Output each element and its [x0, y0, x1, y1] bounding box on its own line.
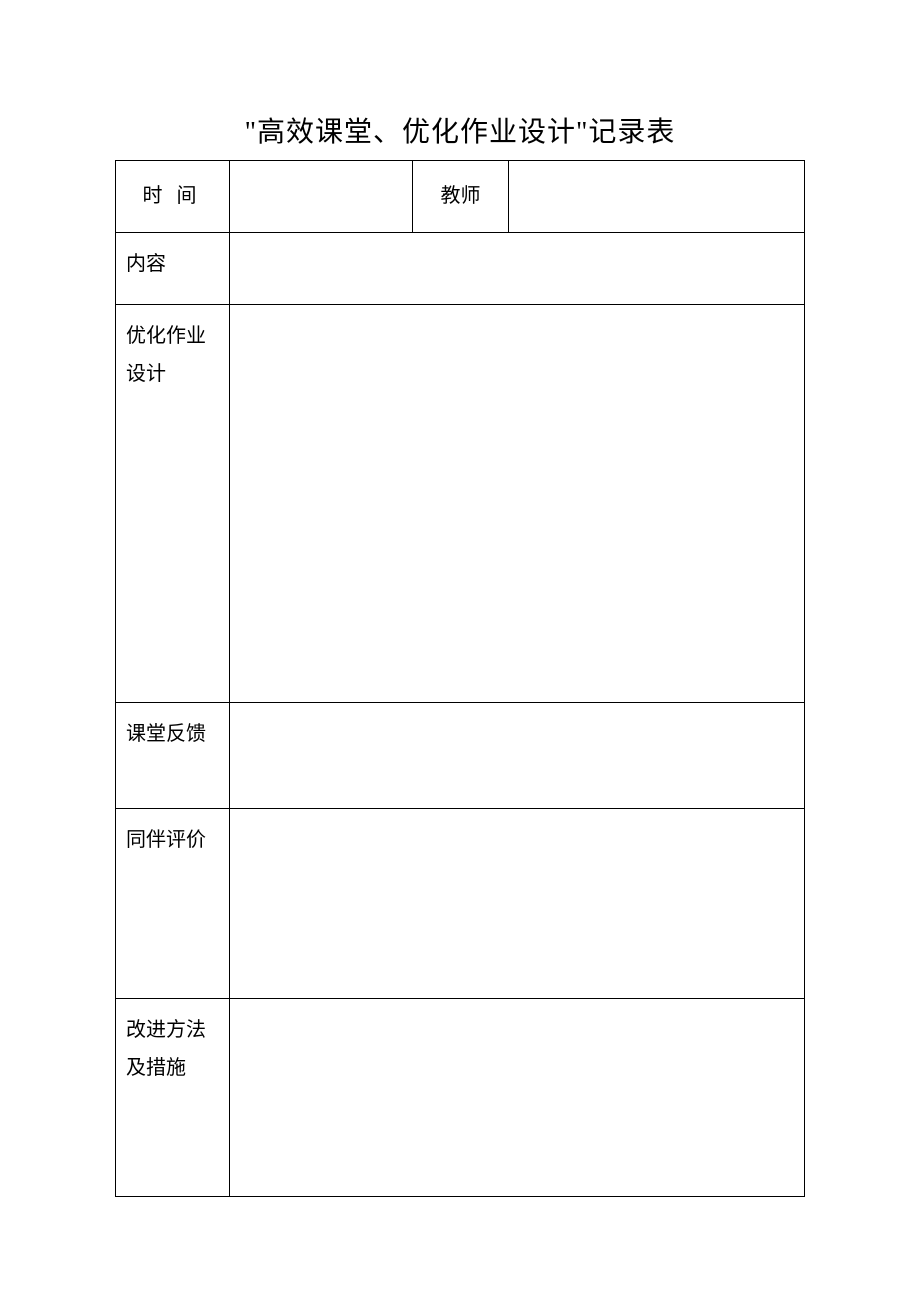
- peer-evaluation-label: 同伴评价: [116, 809, 230, 999]
- content-label: 内容: [116, 233, 230, 305]
- table-row-content: 内容: [116, 233, 805, 305]
- table-row-improvement: 改进方法及措施: [116, 999, 805, 1197]
- improvement-label: 改进方法及措施: [116, 999, 230, 1197]
- improvement-value[interactable]: [230, 999, 805, 1197]
- homework-design-value[interactable]: [230, 305, 805, 703]
- table-row-class-feedback: 课堂反馈: [116, 703, 805, 809]
- class-feedback-label: 课堂反馈: [116, 703, 230, 809]
- table-row-peer-evaluation: 同伴评价: [116, 809, 805, 999]
- page-container: "高效课堂、优化作业设计"记录表 时间 教师 内容 优化作业设计 课堂反馈 同伴…: [0, 0, 920, 1197]
- teacher-value[interactable]: [509, 161, 805, 233]
- table-row-homework-design: 优化作业设计: [116, 305, 805, 703]
- homework-design-label: 优化作业设计: [116, 305, 230, 703]
- content-value[interactable]: [230, 233, 805, 305]
- peer-evaluation-value[interactable]: [230, 809, 805, 999]
- document-title: "高效课堂、优化作业设计"记录表: [115, 110, 805, 150]
- time-label: 时间: [116, 161, 230, 233]
- time-value[interactable]: [230, 161, 413, 233]
- table-row-time-teacher: 时间 教师: [116, 161, 805, 233]
- teacher-label: 教师: [413, 161, 509, 233]
- record-table: 时间 教师 内容 优化作业设计 课堂反馈 同伴评价 改进方法及措施: [115, 160, 805, 1197]
- class-feedback-value[interactable]: [230, 703, 805, 809]
